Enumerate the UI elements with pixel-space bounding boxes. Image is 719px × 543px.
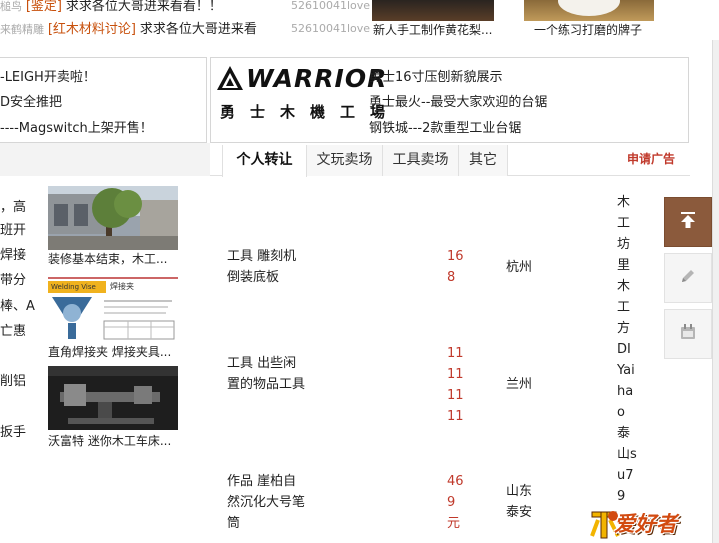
listing-city: 山东泰安 — [506, 484, 533, 520]
seller-name-column[interactable]: 木工坊里木工方DIYaihao泰山su79 — [617, 192, 637, 507]
write-post-button[interactable] — [664, 253, 712, 303]
left-snippet[interactable]: 班开 — [0, 219, 26, 238]
warrior-ad-link-3[interactable]: 钢铁城---2款重型工业台锯 — [369, 117, 521, 136]
warrior-logo[interactable]: WARRIOR 勇士木機工場 — [216, 61, 386, 133]
post-image-mini-lathe[interactable] — [48, 366, 178, 430]
tab-tool-market[interactable]: 工具卖场 — [383, 145, 459, 176]
warrior-ad-link-2[interactable]: 勇士最火--最受大家欢迎的台锯 — [369, 91, 547, 110]
pencil-icon — [678, 266, 698, 290]
thumb-image-polished-plate[interactable] — [524, 0, 654, 21]
tab-personal-transfer[interactable]: 个人转让 — [222, 145, 307, 177]
tab-other[interactable]: 其它 — [459, 145, 508, 176]
warrior-ad-link-1[interactable]: 勇士16寸压刨新貌展示 — [369, 66, 503, 85]
listing-city: 兰州 — [506, 377, 533, 392]
listing-price: 469元 — [447, 474, 464, 531]
listing-title[interactable]: 工具 雕刻机倒装底板 — [227, 246, 307, 288]
left-ad-link-2[interactable]: D安全推把 — [0, 91, 62, 110]
post-image-renovation[interactable] — [48, 186, 178, 250]
post-caption-welding-vise[interactable]: 直角焊接夹 焊接夹具... — [48, 343, 183, 360]
left-snippet[interactable]: 扳手 — [0, 421, 26, 440]
left-snippet[interactable]: ，高 — [0, 196, 26, 215]
thumb-image-huanghuali[interactable] — [372, 0, 494, 21]
back-to-top-button[interactable] — [664, 197, 712, 247]
tab-antique-market[interactable]: 文玩卖场 — [307, 145, 383, 176]
left-ad-link-3[interactable]: ----Magswitch上架开售！ — [0, 117, 153, 136]
left-ad-link-1[interactable]: -LEIGH开卖啦！ — [0, 66, 96, 85]
post-uid[interactable]: 52610041love — [291, 19, 370, 39]
apply-ad-link[interactable]: 申请广告 — [627, 150, 675, 167]
listing-title[interactable]: 工具 出些闲置的物品工具 — [227, 353, 307, 395]
post-title[interactable]: 求求各位大哥进来看 — [140, 22, 257, 37]
left-snippet[interactable]: 棒、A — [0, 295, 35, 314]
post-title[interactable]: 求求各位大哥进来看看！！ — [66, 0, 222, 14]
market-tab-bar: 个人转让 文玩卖场 工具卖场 其它 — [0, 143, 690, 177]
left-snippet[interactable]: 焊接 — [0, 244, 26, 263]
calendar-icon — [678, 322, 698, 346]
post-caption-mini-lathe[interactable]: 沃富特 迷你木工车床... — [48, 432, 183, 449]
listing-price: 11111111 — [447, 346, 464, 424]
left-snippet[interactable]: 削铝 — [0, 370, 26, 389]
listing-city: 杭州 — [506, 260, 533, 275]
left-snippet[interactable]: 亡惠 — [0, 320, 26, 339]
post-uid[interactable]: 52610041love — [291, 0, 370, 16]
site-watermark: 爱好者 — [588, 506, 716, 542]
back-to-top-icon — [678, 210, 698, 234]
post-tag[interactable]: [红木材料讨论] — [48, 22, 136, 37]
calendar-button[interactable] — [664, 309, 712, 359]
thumb-caption-2[interactable]: 一个练习打磨的牌子 — [534, 21, 642, 38]
warrior-logo-word: WARRIOR — [246, 63, 388, 93]
post-caption-renovation[interactable]: 装修基本结束，木工... — [48, 250, 183, 267]
listing-price: 168 — [447, 249, 464, 285]
tab-bar-filler — [0, 143, 210, 176]
left-snippet[interactable]: 带分 — [0, 269, 26, 288]
post-tag[interactable]: [鉴定] — [26, 0, 62, 14]
post-author[interactable]: 来鹤精雕 — [0, 23, 44, 36]
listing-title[interactable]: 作品 崖柏自然沉化大号笔筒 — [227, 471, 307, 534]
top-post-1[interactable]: 槌鸟 [鉴定] 求求各位大哥进来看看！！ 52610041love — [0, 0, 370, 16]
post-author[interactable]: 槌鸟 — [0, 0, 22, 13]
top-post-2[interactable]: 来鹤精雕 [红木材料讨论] 求求各位大哥进来看 52610041love — [0, 19, 370, 39]
scrollbar-track[interactable] — [712, 40, 719, 543]
thumb-caption-1[interactable]: 新人手工制作黄花梨... — [373, 21, 492, 38]
warrior-emblem-icon — [216, 64, 244, 92]
post-image-welding-vise[interactable]: Welding Vise 焊接夹 — [48, 277, 178, 341]
watermark-text: 爱好者 — [614, 512, 677, 536]
